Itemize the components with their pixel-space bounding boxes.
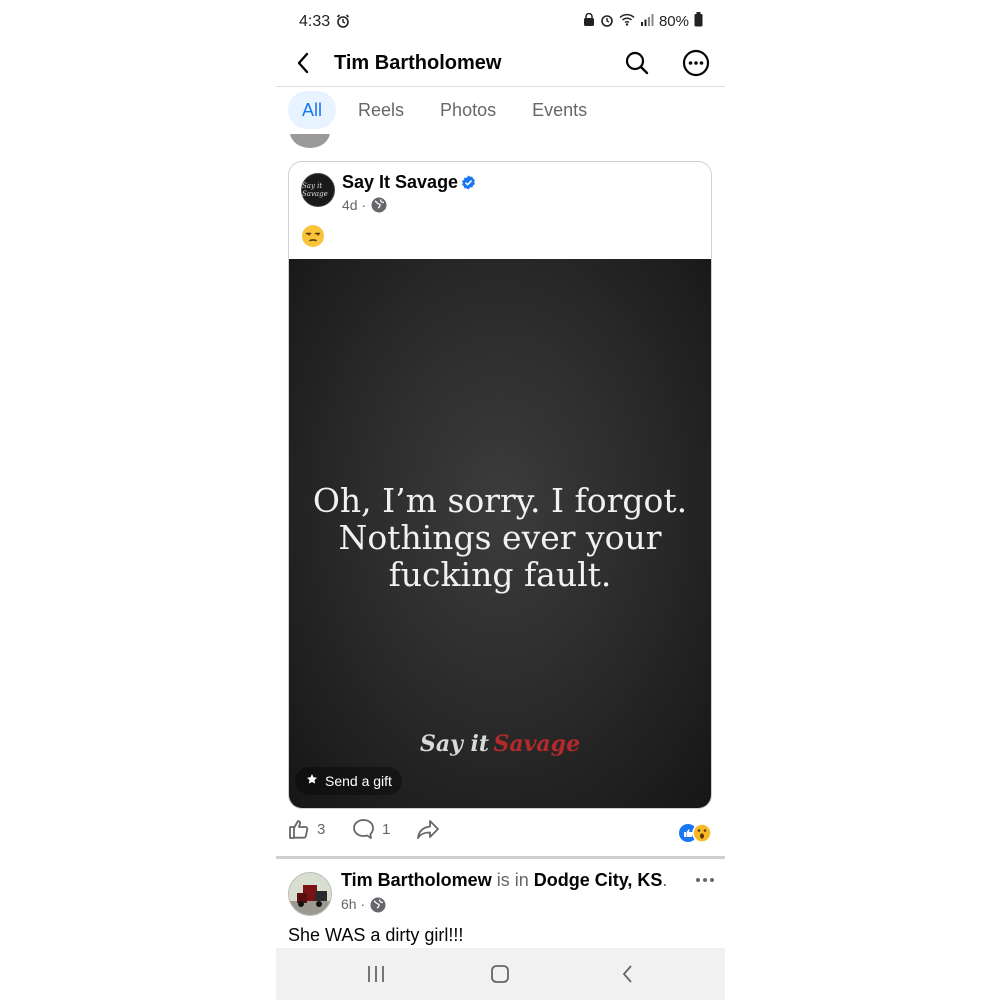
filter-tabs: All Reels Photos Events	[288, 90, 609, 130]
is-in-text: is in	[496, 870, 529, 890]
post-author-line: Tim Bartholomew is in Dodge City, KS.	[341, 870, 668, 890]
comment-count: 1	[382, 820, 391, 838]
tab-events[interactable]: Events	[518, 91, 601, 129]
more-options-button[interactable]	[682, 49, 710, 77]
post-timestamp[interactable]: 4d ·	[342, 197, 366, 213]
watermark-part1: Say it	[419, 731, 490, 757]
status-bar: 4:33 80%	[276, 0, 725, 44]
tab-all[interactable]: All	[288, 91, 337, 129]
quote-line: Oh, I’m sorry. I forgot.	[312, 481, 688, 520]
page-title: Tim Bartholomew	[334, 52, 502, 74]
quote-line: fucking fault.	[388, 555, 612, 594]
alarm-icon	[336, 14, 350, 33]
home-button[interactable]	[488, 962, 512, 986]
quote-text: Oh, I’m sorry. I forgot. Nothings ever y…	[289, 482, 711, 593]
tab-reels[interactable]: Reels	[344, 91, 418, 129]
post-timestamp[interactable]: 6h ·	[341, 896, 365, 912]
send-gift-label: Send a gift	[325, 773, 392, 789]
battery-icon	[694, 12, 703, 31]
send-gift-button[interactable]: Send a gift	[295, 767, 402, 795]
recent-apps-button[interactable]	[364, 962, 388, 986]
reaction-summary[interactable]	[679, 823, 713, 843]
post-text: She WAS a dirty girl!!!	[288, 925, 464, 945]
signal-icon	[640, 13, 654, 30]
profile-header: Tim Bartholomew	[276, 44, 725, 87]
battery-percentage: 80%	[658, 13, 689, 30]
post-more-button[interactable]	[694, 872, 716, 888]
tab-photos[interactable]: Photos	[426, 91, 510, 129]
wifi-icon	[619, 13, 635, 30]
like-button[interactable]: 3	[288, 818, 325, 840]
lock-icon	[583, 12, 595, 30]
search-button[interactable]	[624, 50, 650, 76]
search-icon	[625, 51, 649, 75]
back-arrow-icon	[297, 52, 309, 74]
comment-button[interactable]: 1	[352, 818, 390, 840]
more-horizontal-icon	[696, 878, 714, 882]
system-navigation-bar	[276, 948, 725, 1000]
gift-icon	[305, 773, 319, 790]
more-icon	[682, 49, 710, 77]
system-back-button[interactable]	[616, 962, 640, 986]
verified-badge-icon	[461, 175, 476, 195]
home-icon	[491, 965, 509, 983]
status-indicators: 80%	[583, 12, 703, 31]
phone-screen: 4:33 80% Tim Bartholomew All Reels Photo…	[276, 0, 725, 1000]
author-name[interactable]: Tim Bartholomew	[341, 870, 492, 890]
unamused-face-icon	[301, 224, 325, 253]
post-image[interactable]: Oh, I’m sorry. I forgot. Nothings ever y…	[289, 259, 711, 808]
watermark-part2: Savage	[493, 731, 581, 757]
alarm-icon	[600, 13, 614, 31]
recent-apps-icon	[368, 966, 384, 982]
globe-icon	[371, 197, 387, 218]
author-avatar[interactable]	[288, 872, 332, 916]
comment-icon	[353, 819, 374, 839]
brand-watermark: Say it Savage	[289, 731, 711, 757]
quote-line: Nothings ever your	[338, 518, 662, 557]
status-time: 4:33	[299, 13, 331, 30]
post-divider	[276, 856, 725, 859]
shared-post-card[interactable]: Say it Savage Say It Savage 4d · Oh, I’m…	[288, 161, 712, 809]
globe-icon	[370, 897, 386, 918]
post-actions: 3 1	[288, 818, 713, 848]
avatar-logo-text: Say it Savage	[302, 182, 328, 198]
page-name[interactable]: Say It Savage	[342, 172, 458, 193]
page-avatar[interactable]: Say it Savage	[301, 173, 335, 207]
share-icon	[417, 820, 439, 839]
location-link[interactable]: Dodge City, KS	[534, 870, 663, 890]
share-button[interactable]	[416, 818, 440, 840]
thumbs-up-icon	[289, 820, 309, 839]
back-chevron-icon	[622, 965, 632, 983]
like-count: 3	[317, 820, 326, 838]
back-button[interactable]	[290, 50, 316, 76]
wow-reaction-icon	[692, 823, 712, 843]
